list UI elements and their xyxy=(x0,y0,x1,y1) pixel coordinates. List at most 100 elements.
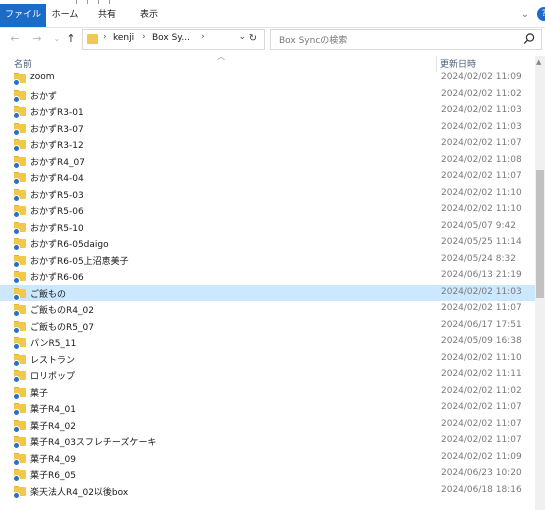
sync-status-icon xyxy=(13,178,20,185)
tab-share[interactable]: 共有 xyxy=(90,4,124,27)
recent-dropdown-icon[interactable]: ⌄ xyxy=(50,31,64,47)
address-dropdown-icon[interactable]: ⌄ xyxy=(238,32,246,42)
list-item[interactable]: おかずR6-05daigo 2024/05/25 11:14 xyxy=(0,235,535,252)
refresh-icon[interactable]: ↻ xyxy=(246,32,260,46)
chevron-right-icon[interactable]: › xyxy=(103,32,107,42)
item-date: 2024/06/13 21:19 xyxy=(441,270,522,280)
list-item[interactable]: おかずR3-01 2024/02/02 11:03 xyxy=(0,103,535,120)
sync-status-icon xyxy=(13,112,20,119)
breadcrumb-kenji[interactable]: kenji xyxy=(113,33,134,43)
vertical-scrollbar[interactable]: ▲ xyxy=(535,56,545,510)
list-item[interactable]: レストラン 2024/02/02 11:10 xyxy=(0,351,535,368)
folder-icon xyxy=(13,205,26,218)
sync-status-icon xyxy=(13,95,20,103)
list-item[interactable]: 菓子R4_01 2024/02/02 11:07 xyxy=(0,400,535,417)
address-bar[interactable]: › kenji › Box Sy... › ⌄ xyxy=(82,29,265,50)
item-date: 2024/02/02 11:07 xyxy=(441,171,522,181)
search-input[interactable]: Box Syncの検索 xyxy=(270,29,542,50)
list-item[interactable]: ご飯ものR5_07 2024/06/17 17:51 xyxy=(0,318,535,335)
scrollbar-thumb[interactable] xyxy=(536,170,544,298)
item-date: 2024/06/23 10:20 xyxy=(441,468,522,478)
list-item[interactable]: 菓子 2024/02/02 11:02 xyxy=(0,384,535,401)
file-list: zoom 2024/02/02 11:09 おかず 2024/02/02 11:02 お… xyxy=(0,70,535,499)
item-name: 菓子R4_02 xyxy=(30,421,76,432)
folder-icon xyxy=(13,188,26,202)
sync-status-icon xyxy=(13,475,20,482)
search-icon[interactable] xyxy=(523,32,535,46)
sync-status-icon xyxy=(13,277,20,284)
folder-icon xyxy=(13,254,26,268)
list-item[interactable]: おかずR5-10 2024/05/07 9:42 xyxy=(0,219,535,236)
item-date: 2024/05/24 8:32 xyxy=(441,253,516,264)
sync-status-icon xyxy=(13,211,20,218)
list-item[interactable]: おかずR5-06 2024/02/02 11:10 xyxy=(0,202,535,219)
back-arrow-icon[interactable]: ← xyxy=(8,31,22,47)
folder-icon xyxy=(13,89,26,103)
sync-status-icon xyxy=(13,293,20,301)
breadcrumb-box-sync[interactable]: Box Sy... xyxy=(152,33,190,43)
item-name: ロリポップ xyxy=(30,372,76,382)
item-name: おかずR3-01 xyxy=(30,108,84,118)
sync-status-icon xyxy=(13,310,20,317)
item-date: 2024/02/02 11:11 xyxy=(441,369,522,379)
item-name: おかずR5-10 xyxy=(30,223,84,234)
list-item[interactable]: 菓子R6_05 2024/06/23 10:20 xyxy=(0,466,535,483)
chevron-right-icon[interactable]: › xyxy=(201,32,205,42)
folder-icon xyxy=(13,370,26,383)
item-date: 2024/06/17 17:51 xyxy=(441,319,522,330)
folder-icon xyxy=(13,469,26,482)
column-name[interactable]: 名前 xyxy=(14,57,32,70)
item-name: 菓子R4_03スフレチーズケーキ xyxy=(30,438,157,448)
item-name: 菓子 xyxy=(30,388,49,399)
item-name: おかずR6-05上沼恵美子 xyxy=(30,256,129,267)
folder-icon xyxy=(13,122,26,136)
forward-arrow-icon[interactable]: → xyxy=(30,31,44,47)
folder-icon xyxy=(13,304,26,317)
item-date: 2024/02/02 11:02 xyxy=(441,385,522,396)
item-date: 2024/02/02 11:07 xyxy=(441,418,522,429)
list-item[interactable]: zoom 2024/02/02 11:09 xyxy=(0,70,535,87)
list-item[interactable]: 菓子R4_09 2024/02/02 11:09 xyxy=(0,450,535,467)
item-date: 2024/02/02 11:10 xyxy=(441,187,522,198)
item-name: おかずR3-07 xyxy=(30,124,84,135)
list-item[interactable]: おかずR5-03 2024/02/02 11:10 xyxy=(0,186,535,203)
up-arrow-icon[interactable]: ↑ xyxy=(64,31,78,47)
tab-home[interactable]: ホーム xyxy=(48,4,82,27)
list-item[interactable]: 菓子R4_02 2024/02/02 11:07 xyxy=(0,417,535,434)
list-item[interactable]: 楽天法人R4_02以後box 2024/06/18 18:16 xyxy=(0,483,535,500)
search-placeholder: Box Syncの検索 xyxy=(279,36,348,46)
list-item[interactable]: おかずR3-12 2024/02/02 11:07 xyxy=(0,136,535,153)
list-item[interactable]: 菓子R4_03スフレチーズケーキ 2024/02/02 11:07 xyxy=(0,433,535,450)
folder-icon xyxy=(13,73,26,86)
list-item[interactable]: ロリポップ 2024/02/02 11:11 xyxy=(0,367,535,384)
folder-icon xyxy=(13,320,26,334)
folder-icon xyxy=(13,271,26,284)
list-item[interactable]: パンR5_11 2024/05/09 16:38 xyxy=(0,334,535,351)
tab-view[interactable]: 表示 xyxy=(132,4,166,27)
tab-file[interactable]: ファイル xyxy=(0,4,46,27)
list-item[interactable]: おかずR3-07 2024/02/02 11:03 xyxy=(0,120,535,137)
chevron-down-icon[interactable]: ⌄ xyxy=(519,9,531,21)
item-date: 2024/02/02 11:09 xyxy=(441,72,522,82)
list-item[interactable]: ご飯ものR4_02 2024/02/02 11:07 xyxy=(0,301,535,318)
list-item[interactable]: おかず 2024/02/02 11:02 xyxy=(0,87,535,104)
item-date: 2024/05/09 16:38 xyxy=(441,336,522,346)
list-item[interactable]: おかずR4_07 2024/02/02 11:08 xyxy=(0,153,535,170)
item-date: 2024/02/02 11:07 xyxy=(441,303,522,313)
item-date: 2024/02/02 11:03 xyxy=(441,121,522,132)
list-item[interactable]: おかずR6-05上沼恵美子 2024/05/24 8:32 xyxy=(0,252,535,269)
sync-status-icon xyxy=(13,392,20,400)
folder-icon xyxy=(13,139,26,152)
folder-icon xyxy=(13,172,26,185)
item-name: おかずR3-12 xyxy=(30,141,84,151)
help-icon[interactable]: ? xyxy=(537,7,545,21)
chevron-right-icon[interactable]: › xyxy=(142,32,146,42)
sync-status-icon xyxy=(13,145,20,152)
sync-status-icon xyxy=(13,194,20,202)
folder-icon xyxy=(87,34,98,44)
scroll-up-icon[interactable]: ▲ xyxy=(536,58,541,66)
list-item[interactable]: おかずR4-04 2024/02/02 11:07 xyxy=(0,169,535,186)
list-item[interactable]: ご飯もの 2024/02/02 11:03 xyxy=(0,284,535,301)
list-item[interactable]: おかずR6-06 2024/06/13 21:19 xyxy=(0,268,535,285)
column-date-modified[interactable]: 更新日時 xyxy=(440,57,476,70)
